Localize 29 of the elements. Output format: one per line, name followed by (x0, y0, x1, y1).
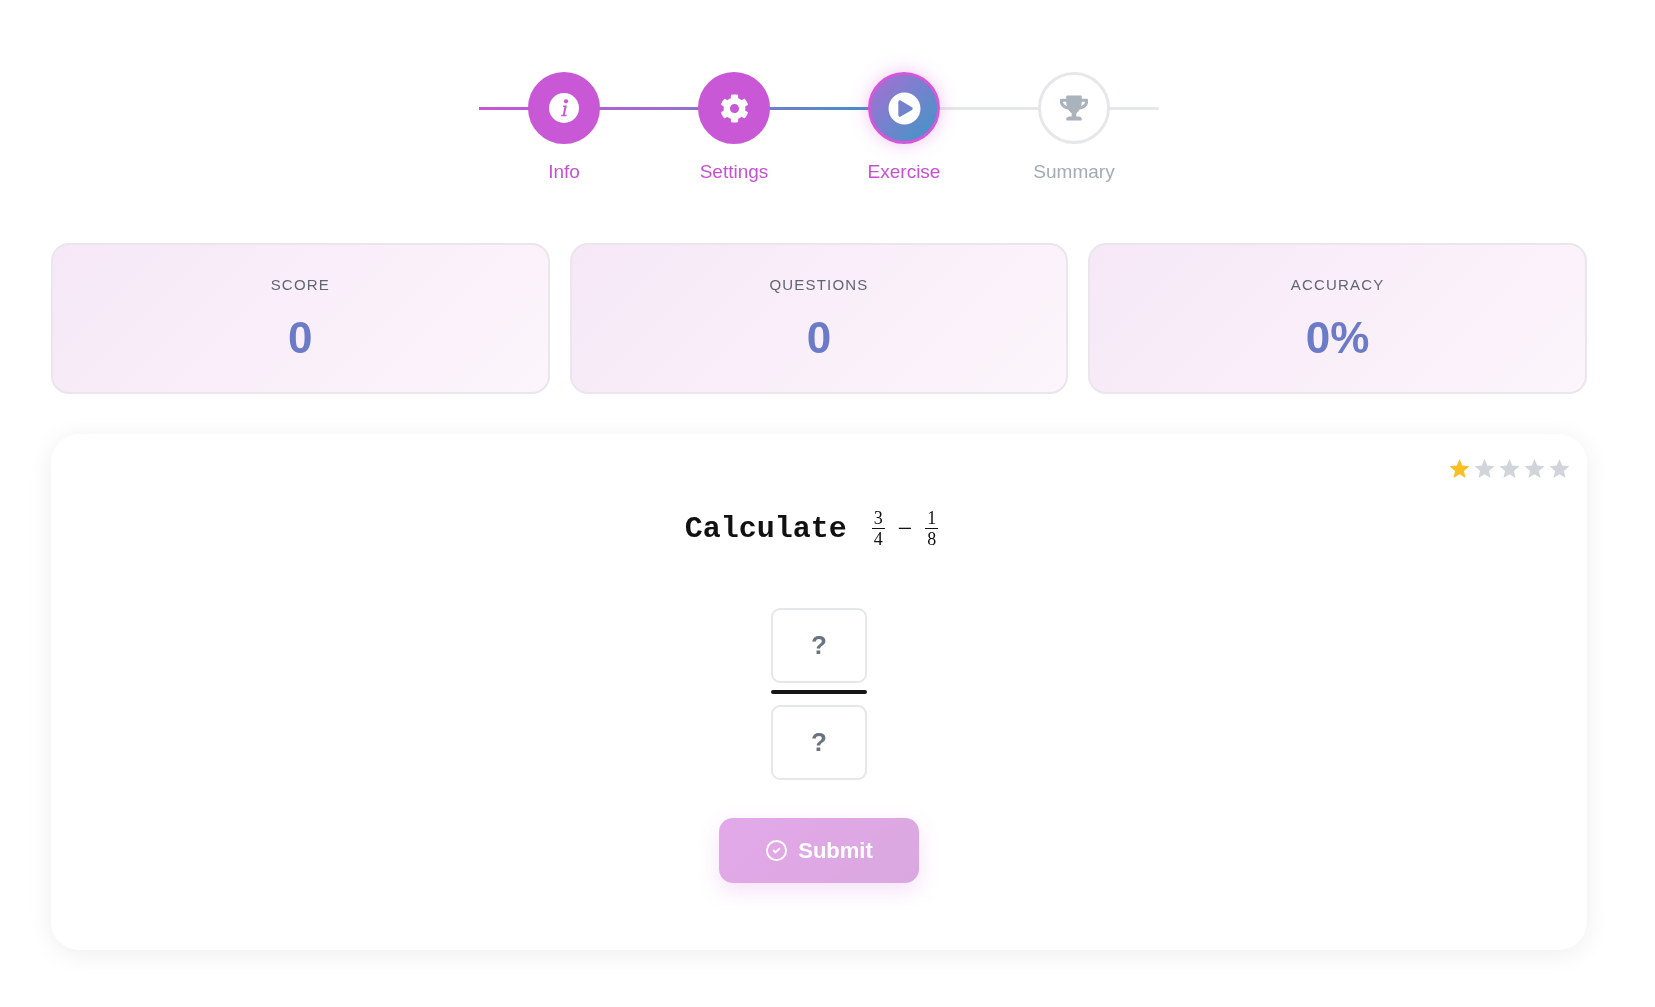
fraction-denominator: 4 (873, 530, 883, 549)
star-icon (1449, 459, 1470, 479)
step-circle[interactable] (868, 72, 940, 144)
star-icon (1499, 459, 1520, 479)
stat-label: ACCURACY (1290, 276, 1385, 294)
step-label: Summary (1033, 160, 1115, 183)
step-label: Settings (699, 160, 769, 183)
question-text: Calculate (684, 510, 847, 547)
info-icon (549, 93, 579, 123)
star-icon (1549, 459, 1570, 479)
play-icon (887, 91, 921, 125)
fraction-numerator: 1 (927, 509, 937, 527)
fraction-denominator: 8 (927, 530, 937, 549)
stat-value: 0 (806, 312, 832, 364)
gear-icon (719, 93, 749, 123)
star-icon (1524, 459, 1545, 479)
check-circle-icon (765, 839, 789, 863)
denominator-input[interactable]: ? (771, 705, 867, 781)
stat-value: 0% (1305, 312, 1370, 364)
step-label: Exercise (867, 160, 941, 183)
operator-sign: − (897, 515, 913, 542)
stat-label: SCORE (270, 276, 330, 294)
step-label: Info (548, 160, 580, 183)
numerator-input[interactable]: ? (771, 608, 867, 684)
stat-label: QUESTIONS (769, 276, 869, 294)
trophy-icon (1060, 94, 1088, 122)
star-icon (1474, 459, 1495, 479)
fraction-numerator: 3 (873, 509, 883, 527)
stat-value: 0 (288, 312, 313, 364)
